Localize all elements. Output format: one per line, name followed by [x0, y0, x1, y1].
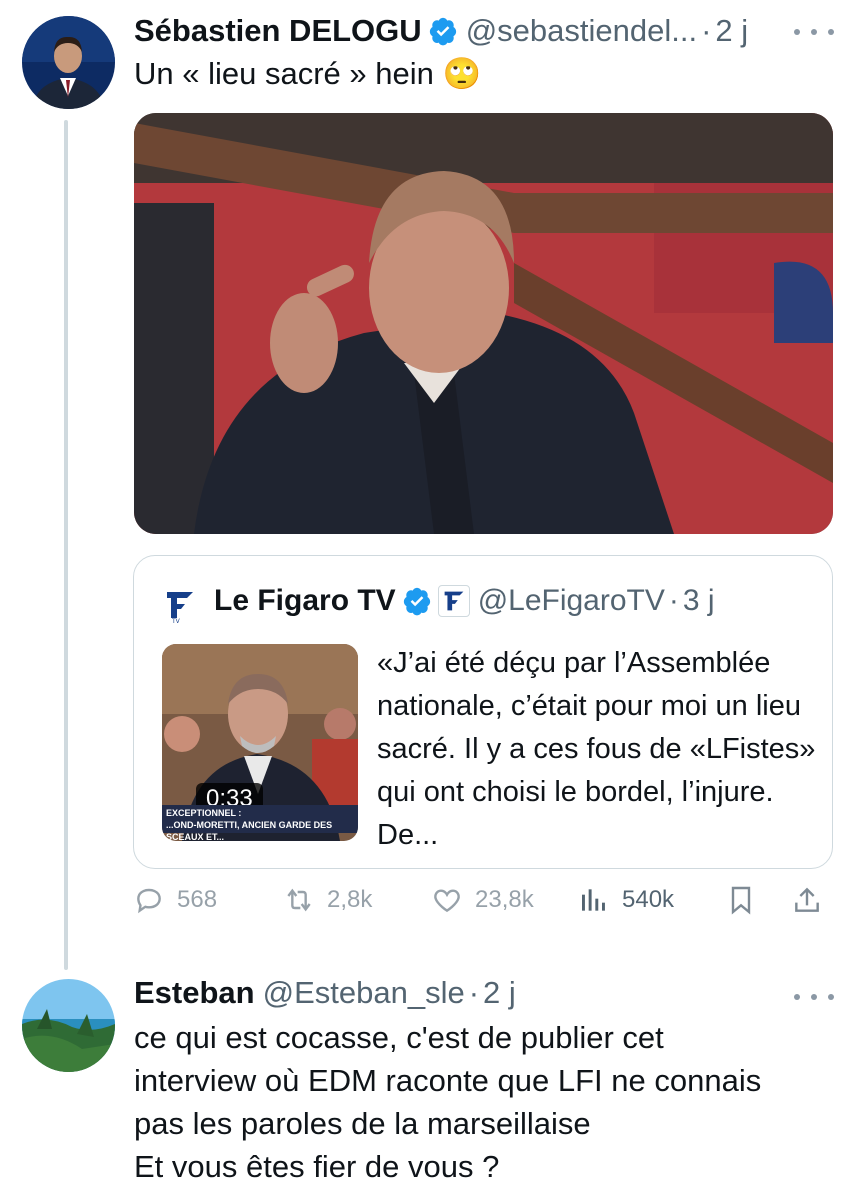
tweet-text-line: ce qui est cocasse, c'est de publier cet: [134, 1020, 664, 1055]
repost-count: 2,8k: [327, 886, 373, 913]
author-handle[interactable]: @Esteban_sle: [263, 975, 465, 1011]
heart-icon: [434, 889, 460, 913]
quote-author-handle[interactable]: @LeFigaroTV: [478, 584, 665, 618]
more-options-icon[interactable]: [794, 987, 834, 1007]
tweet-header: Esteban @Esteban_sle · 2 j: [134, 975, 516, 1011]
quote-text: «J’ai été déçu par l’Assemblée nationale…: [377, 647, 816, 851]
reply-icon: [137, 888, 161, 914]
quote-timestamp[interactable]: 3 j: [683, 584, 715, 618]
like-count: 23,8k: [475, 886, 534, 913]
quote-header: Le Figaro TV @LeFigaroTV · 3 j: [214, 584, 715, 618]
bookmark-button[interactable]: [725, 884, 757, 916]
share-button[interactable]: [791, 884, 823, 916]
share-icon: [795, 887, 819, 912]
tweet-header: Sébastien DELOGU @sebastiendel... · 2 j: [134, 13, 748, 49]
views-button[interactable]: 540k: [578, 884, 674, 916]
author-handle[interactable]: @sebastiendel...: [466, 13, 697, 49]
quote-author-name[interactable]: Le Figaro TV: [214, 584, 396, 618]
video-chyron: EXCEPTIONNEL : ...OND-MORETTI, ANCIEN GA…: [162, 805, 358, 841]
tweet-text: ce qui est cocasse, c'est de publier cet…: [134, 1016, 761, 1188]
bookmark-icon: [731, 886, 751, 915]
affiliate-badge-icon[interactable]: [437, 585, 470, 617]
separator-dot: ·: [468, 975, 480, 1010]
author-name[interactable]: Esteban: [134, 975, 255, 1011]
quote-verified-badge-icon[interactable]: [402, 586, 432, 616]
tweet-text: Un « lieu sacré » hein 🙄: [134, 56, 482, 91]
repost-icon: [287, 888, 311, 912]
views-chart-icon: [582, 889, 605, 911]
tweet-image[interactable]: [134, 113, 833, 534]
tweet-action-bar: 568 2,8k 23,8k 540k: [133, 884, 833, 928]
chyron-line-1: EXCEPTIONNEL :: [166, 808, 242, 818]
quoted-tweet-card[interactable]: TV Le Figaro TV @LeFigaroTV · 3 j 0:33 E…: [133, 555, 833, 869]
more-options-icon[interactable]: [794, 22, 834, 42]
views-count: 540k: [622, 886, 675, 913]
avatar[interactable]: [22, 979, 115, 1072]
avatar[interactable]: [22, 16, 115, 109]
tweet-text-line: pas les paroles de la marseillaise: [134, 1106, 591, 1141]
thread-connector-line: [64, 120, 68, 970]
like-button[interactable]: 23,8k: [431, 884, 534, 916]
chyron-line-2: ...OND-MORETTI, ANCIEN GARDE DES SCEAUX …: [166, 820, 333, 841]
quote-separator-dot: ·: [668, 584, 679, 617]
reply-button[interactable]: 568: [133, 884, 217, 916]
verified-badge-icon[interactable]: [428, 16, 458, 46]
tweet-timestamp[interactable]: 2 j: [483, 975, 516, 1011]
repost-button[interactable]: 2,8k: [283, 884, 372, 916]
le-figaro-tv-logo-icon[interactable]: TV: [161, 588, 197, 625]
separator-dot: ·: [701, 13, 712, 48]
tweet-timestamp[interactable]: 2 j: [715, 13, 748, 49]
svg-text:TV: TV: [171, 618, 181, 624]
tweet-text-line: interview où EDM raconte que LFI ne conn…: [134, 1063, 762, 1098]
video-thumbnail[interactable]: 0:33 EXCEPTIONNEL : ...OND-MORETTI, ANCI…: [162, 644, 358, 841]
author-name[interactable]: Sébastien DELOGU: [134, 13, 422, 49]
tweet-text-line: Et vous êtes fier de vous ?: [134, 1149, 500, 1184]
reply-count: 568: [177, 886, 218, 913]
